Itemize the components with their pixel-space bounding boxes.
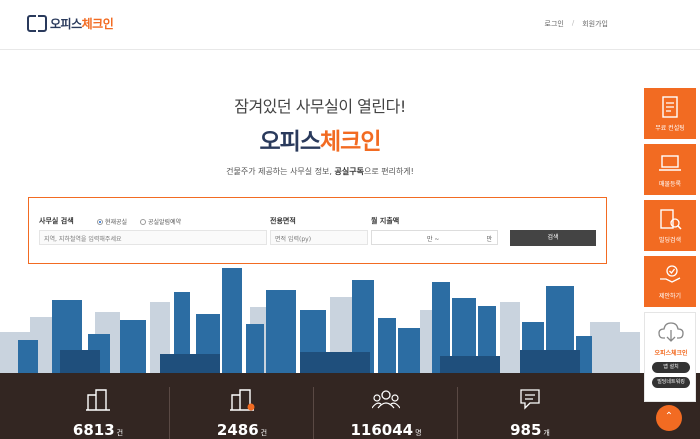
location-input[interactable]: 지역, 지하철역을 입력해주세요 [39,230,267,245]
logo[interactable]: 오피스체크인 [27,15,114,32]
stat-listings: 6813 건 [26,373,170,439]
rent-label: 월 지출액 [371,217,400,225]
chat-icon [520,389,540,410]
login-link[interactable]: 로그인 [545,19,564,29]
logo-mark-icon [27,15,47,32]
stat-reviews: 985 개 [458,373,602,439]
area-label: 전용면적 [270,217,296,225]
logo-text: 오피스체크인 [50,17,114,31]
radio-unchecked-icon [140,218,146,225]
building-new-icon [230,389,255,411]
radio-checked-icon [97,218,103,225]
building-icon [86,389,110,411]
hero-subtitle: 잠겨있던 사무실이 열린다! [234,97,406,116]
hand-check-icon [660,265,681,283]
rail-consulting[interactable]: 무료 컨설팅 [644,88,696,139]
top-nav: 로그인 / 회원가입 [545,19,608,29]
nav-separator: / [571,19,575,27]
radio-current-vacancy[interactable]: 현재공실 [97,217,127,226]
hero-description: 건물주가 제공하는 사무실 정보, 공실구독으로 편리하게! [226,167,414,176]
site-header: 오피스체크인 로그인 / 회원가입 [0,0,700,50]
radio-vacancy-alert[interactable]: 공실알림예약 [140,217,181,226]
stat-value: 985 [510,421,542,439]
search-button[interactable]: 검색 [510,230,596,246]
app-install-button[interactable]: 앱 설치 [652,362,690,373]
scroll-top-button[interactable]: ⌃ [656,405,682,431]
signup-link[interactable]: 회원가입 [582,19,608,29]
rent-range-input[interactable]: 만 ~ 만 [371,230,498,245]
stat-vacancies: 2486 건 [170,373,314,439]
right-quick-menu: 무료 컨설팅 매물등록 빌딩검색 제안하기 오피스체크인 앱 설치 빌딩네트워킹 [644,88,696,402]
area-input[interactable]: 면적 입력(py) [270,230,368,245]
rail-propose[interactable]: 제안하기 [644,256,696,307]
rail-app-promo: 오피스체크인 앱 설치 빌딩네트워킹 [644,312,696,402]
app-tag-button[interactable]: 빌딩네트워킹 [652,377,690,388]
app-brand: 오피스체크인 [654,350,688,357]
stat-value: 2486 [216,421,259,439]
stats-bar: 6813 건 2486 건 116044 명 985 개 [0,373,700,439]
chevron-up-icon: ⌃ [664,411,674,422]
laptop-icon [659,155,681,171]
city-skyline-illustration [0,268,640,374]
stat-members: 116044 명 [314,373,458,439]
cloud-download-icon [658,322,684,342]
hero-title: 오피스체크인 [259,129,382,155]
consulting-icon [662,96,678,118]
rail-building-search[interactable]: 빌딩검색 [644,200,696,251]
users-icon [372,390,400,409]
office-search-label: 사무실 검색 [39,217,74,225]
rail-listing-register[interactable]: 매물등록 [644,144,696,195]
stat-value: 116044 [350,421,414,439]
building-search-icon [660,209,682,230]
stat-value: 6813 [72,421,115,439]
search-panel: 사무실 검색 현재공실 공실알림예약 전용면적 월 지출액 지역, 지하철역을 … [28,197,607,264]
